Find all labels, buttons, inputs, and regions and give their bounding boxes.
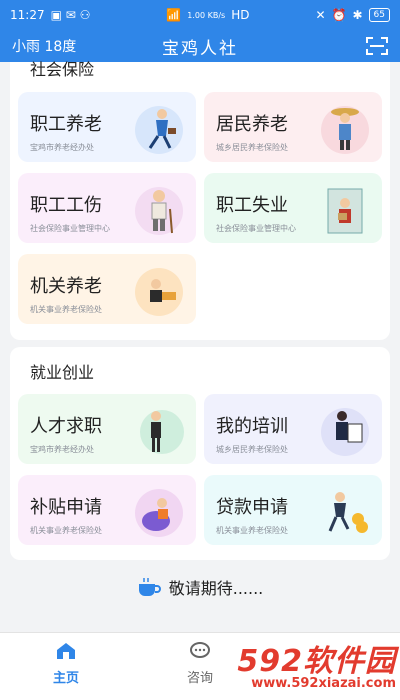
- net-speed: 1.00 KB/s: [187, 10, 226, 20]
- office-door-icon: [327, 188, 363, 234]
- chat-bubble-icon: [190, 642, 210, 658]
- card-agency-pension[interactable]: 机关养老 机关事业养老保险处: [18, 254, 196, 324]
- businessman-running-icon: [135, 106, 183, 154]
- notification-icon: ▣ ✉ ⚇: [50, 8, 91, 22]
- card-my-training[interactable]: 我的培训 城乡居民养老保险处: [204, 394, 382, 464]
- card-employee-pension[interactable]: 职工养老 宝鸡市养老经办处: [18, 92, 196, 162]
- weather-label: 小雨 18度: [12, 39, 77, 55]
- watermark-brand: 592软件园: [237, 644, 396, 679]
- social-insurance-section: 社会保险 职工养老 宝鸡市养老经办处 居民养老 城乡居民养老保险处 职工工伤 社…: [10, 60, 390, 340]
- section-title: 就业创业: [30, 363, 95, 382]
- office-worker-icon: [135, 268, 183, 316]
- alarm-icon: ⏰: [331, 8, 347, 22]
- silent-icon: ✕: [315, 8, 326, 22]
- employment-section: 就业创业 人才求职 宝鸡市养老经办处 我的培训 城乡居民养老保险处 补贴申请 机…: [10, 347, 390, 560]
- farmer-icon: [321, 106, 369, 154]
- card-resident-pension[interactable]: 居民养老 城乡居民养老保险处: [204, 92, 382, 162]
- watermark: 592软件园 www.592xiazai.com: [237, 636, 396, 691]
- job-seeker-icon: [140, 410, 184, 454]
- card-unemployment[interactable]: 职工失业 社会保险事业管理中心: [204, 173, 382, 243]
- coffee-cup-icon: [138, 578, 161, 596]
- card-work-injury[interactable]: 职工工伤 社会保险事业管理中心: [18, 173, 196, 243]
- signal-icon: 📶: [166, 8, 182, 22]
- coming-soon: 敬请期待......: [0, 575, 400, 599]
- watermark-url: www.592xiazai.com: [251, 676, 396, 691]
- network-label: HD: [231, 8, 250, 22]
- tab-label: 咨询: [186, 671, 213, 686]
- card-subsidy-apply[interactable]: 补贴申请 机关事业养老保险处: [18, 475, 196, 545]
- coming-soon-label: 敬请期待......: [168, 579, 264, 598]
- trainer-icon: [321, 408, 369, 456]
- scan-icon[interactable]: [366, 37, 388, 55]
- tab-home[interactable]: 主页: [26, 641, 106, 686]
- coins-runner-icon: [328, 492, 368, 533]
- person-on-chair-icon: [135, 489, 183, 537]
- status-bar: 11:27 ▣ ✉ ⚇ 📶 1.00 KB/s HD ✕ ⏰ ✱ 65: [0, 0, 400, 30]
- injured-elder-icon: [135, 187, 183, 235]
- bluetooth-icon: ✱: [352, 8, 363, 22]
- card-talent-job[interactable]: 人才求职 宝鸡市养老经办处: [18, 394, 196, 464]
- battery-indicator: 65: [368, 8, 390, 22]
- home-icon: [57, 643, 75, 659]
- tab-label: 主页: [52, 671, 79, 686]
- status-time: 11:27: [10, 8, 45, 22]
- section-title: 社会保险: [30, 60, 95, 79]
- card-loan-apply[interactable]: 贷款申请 机关事业养老保险处: [204, 475, 382, 545]
- tab-consult[interactable]: 咨询: [160, 641, 240, 686]
